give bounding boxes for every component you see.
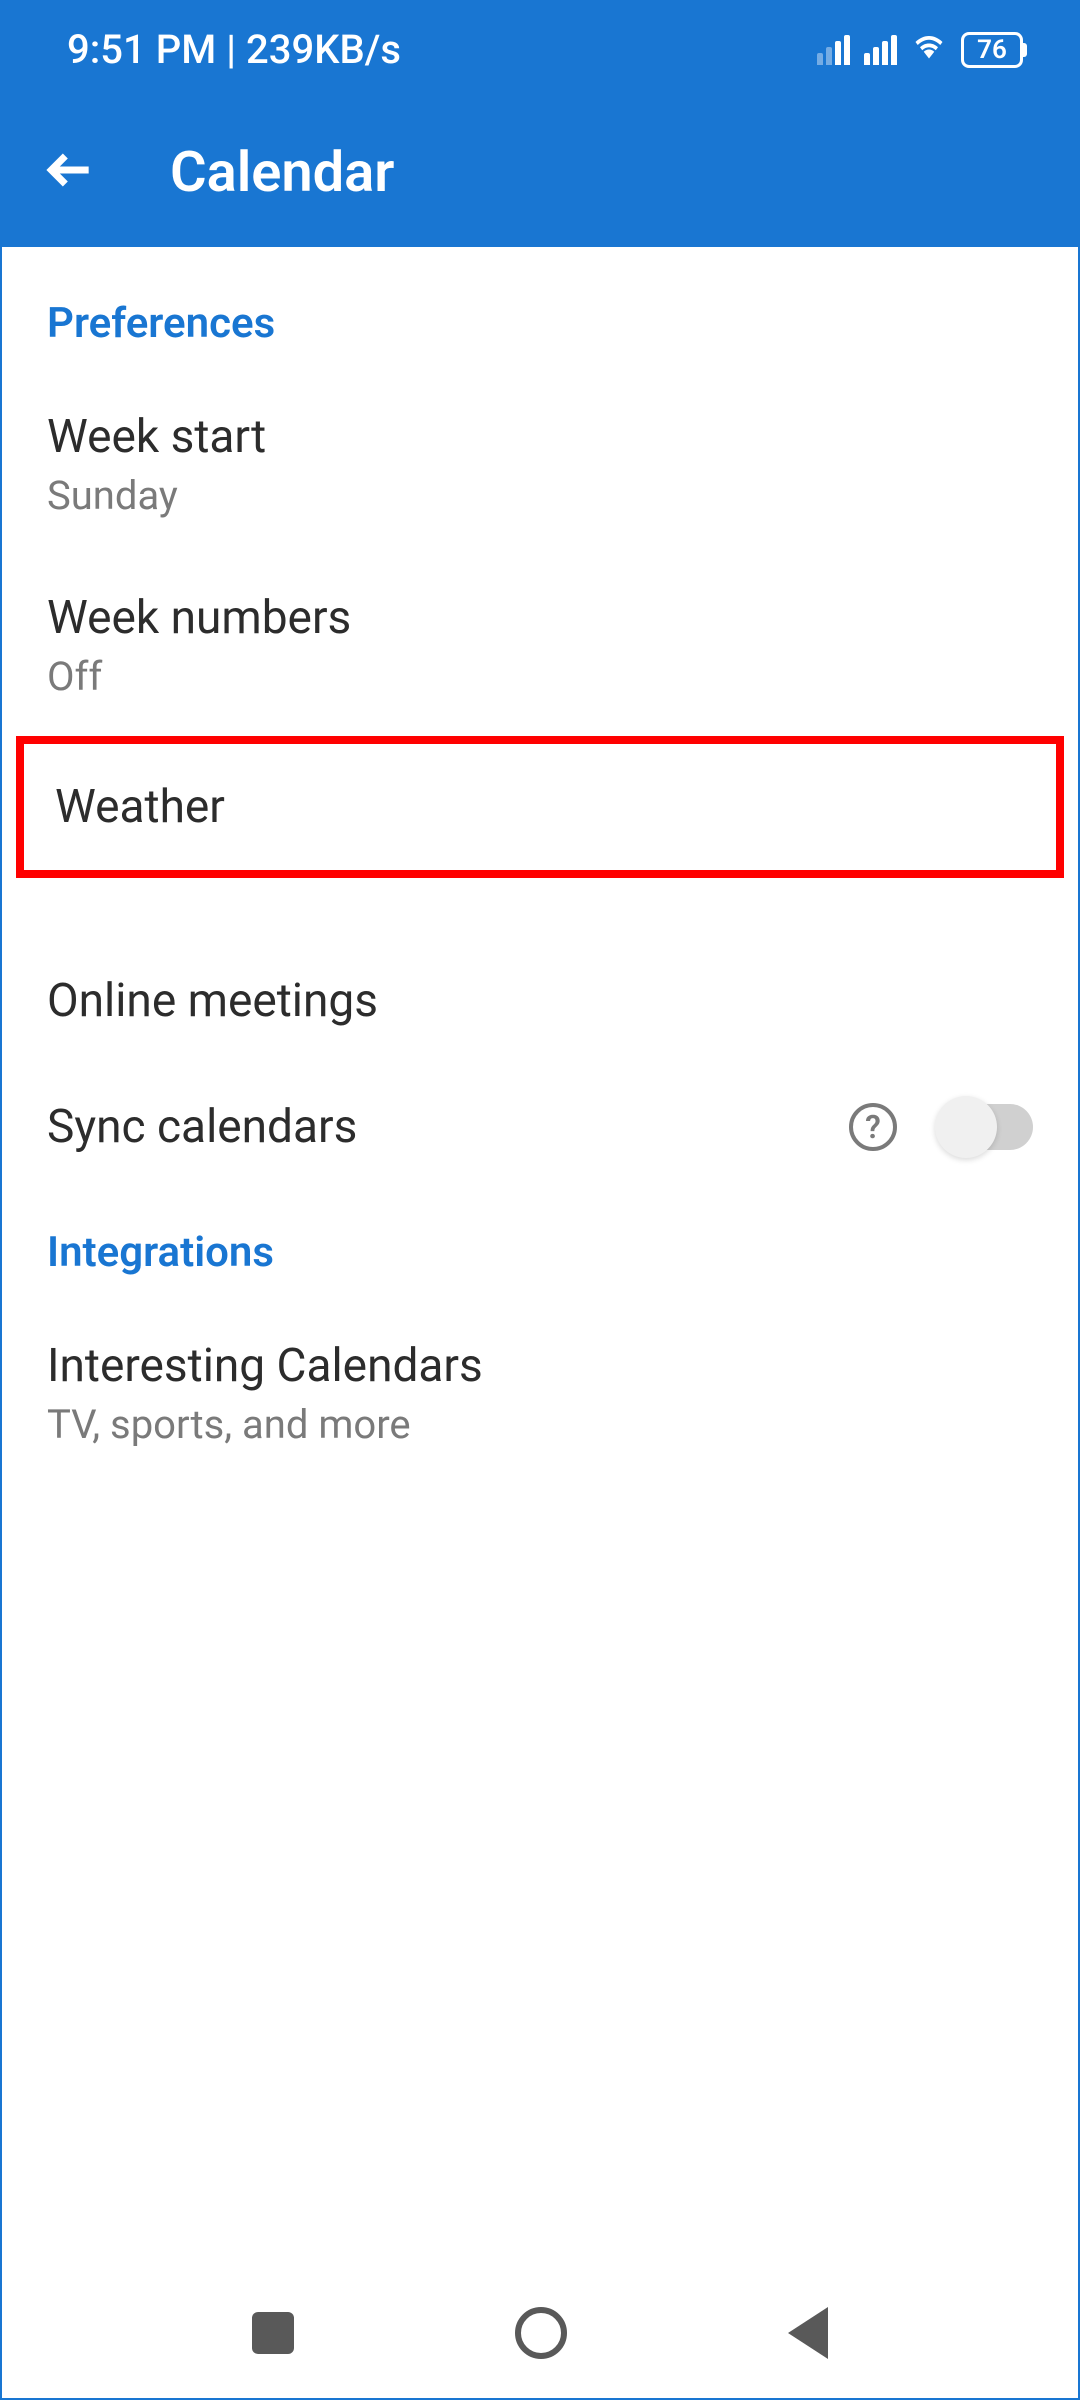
settings-content: Preferences Week start Sunday Week numbe… (2, 247, 1078, 2268)
section-header-preferences: Preferences (2, 261, 1078, 374)
section-header-integrations: Integrations (2, 1190, 1078, 1303)
setting-online-meetings[interactable]: Online meetings (2, 938, 1078, 1064)
setting-value: Sunday (47, 472, 266, 519)
arrow-left-icon (42, 142, 98, 198)
nav-back-button[interactable] (788, 2307, 828, 2359)
setting-week-numbers[interactable]: Week numbers Off (2, 555, 1078, 736)
setting-title: Week numbers (47, 591, 351, 645)
battery-level: 76 (977, 35, 1007, 65)
signal-sim1-icon (817, 35, 850, 65)
navigation-bar (2, 2268, 1078, 2398)
setting-value: Off (47, 653, 351, 700)
setting-week-start[interactable]: Week start Sunday (2, 374, 1078, 555)
battery-indicator: 76 (961, 32, 1023, 68)
setting-weather[interactable]: Weather (16, 736, 1064, 878)
signal-sim2-icon (864, 35, 897, 65)
setting-title: Online meetings (47, 974, 378, 1028)
status-bar: 9:51 PM | 239KB/s 76 (2, 2, 1078, 97)
nav-recents-button[interactable] (252, 2312, 294, 2354)
setting-sync-calendars[interactable]: Sync calendars ? (2, 1064, 1078, 1190)
setting-title: Interesting Calendars (47, 1339, 483, 1393)
setting-title: Sync calendars (47, 1100, 357, 1154)
setting-interesting-calendars[interactable]: Interesting Calendars TV, sports, and mo… (2, 1303, 1078, 1484)
sync-calendars-toggle[interactable] (937, 1104, 1033, 1150)
toggle-knob (935, 1096, 997, 1158)
page-title: Calendar (170, 139, 394, 205)
status-time-net: 9:51 PM | 239KB/s (67, 26, 401, 73)
help-icon[interactable]: ? (849, 1103, 897, 1151)
nav-home-button[interactable] (515, 2307, 567, 2359)
setting-subtitle: TV, sports, and more (47, 1401, 483, 1448)
back-button[interactable] (42, 142, 98, 202)
setting-title: Week start (47, 410, 266, 464)
wifi-icon (911, 26, 947, 73)
app-bar: Calendar (2, 97, 1078, 247)
setting-title: Weather (55, 780, 225, 834)
